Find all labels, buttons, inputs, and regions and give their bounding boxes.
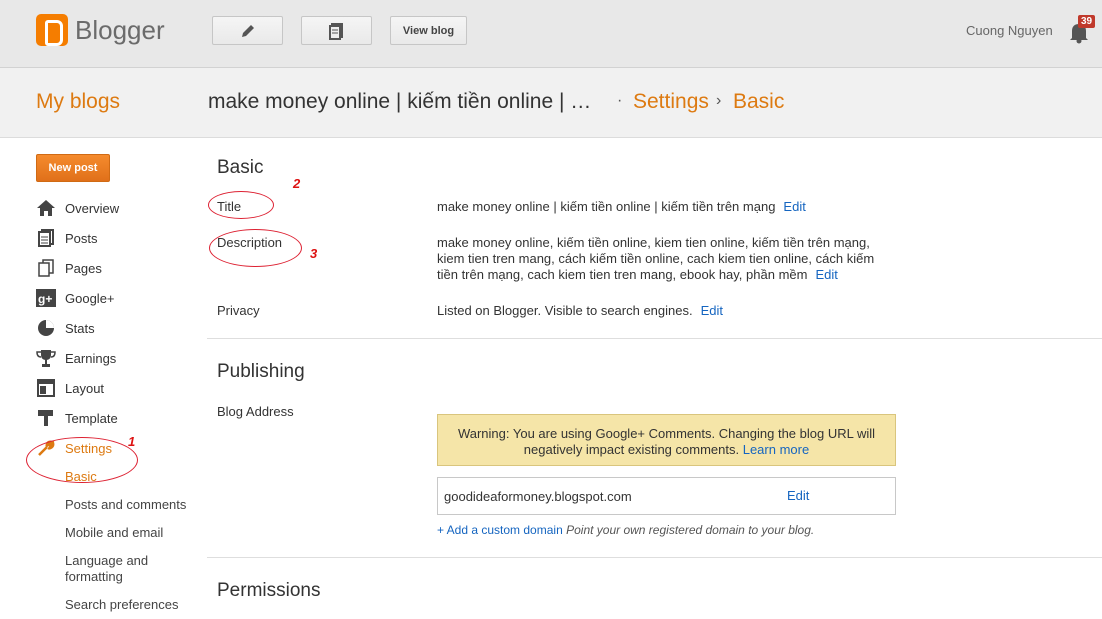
sidebar-item-label: Layout (65, 380, 105, 396)
warning-text: Warning: You are using Google+ Comments.… (457, 426, 876, 457)
google-plus-icon: g+ (36, 289, 56, 307)
description-value: make money online, kiếm tiền online, kie… (437, 235, 875, 282)
breadcrumb-settings[interactable]: Settings (633, 90, 709, 114)
annotation-ellipse-description (209, 229, 302, 267)
sidebar-item-stats[interactable]: Stats (36, 318, 95, 338)
url-change-warning: Warning: You are using Google+ Comments.… (437, 414, 896, 466)
sidebar-item-overview[interactable]: Overview (36, 198, 119, 218)
pencil-icon (241, 24, 254, 37)
blog-address-label: Blog Address (217, 404, 294, 419)
privacy-label: Privacy (217, 303, 260, 318)
section-divider (207, 338, 1102, 339)
settings-sub-language-and-formatting[interactable]: Language and formatting (65, 553, 165, 585)
trophy-icon (36, 349, 56, 367)
notification-count-badge[interactable]: 39 (1078, 15, 1096, 28)
new-post-button[interactable]: New post (36, 154, 110, 182)
header-bar: My blogs make money online | kiếm tiền o… (0, 68, 1102, 138)
custom-domain-row: + Add a custom domain Point your own reg… (437, 523, 814, 537)
top-bar: Blogger View blog Cuong Nguyen 39 (0, 0, 1102, 68)
sidebar-item-label: Earnings (65, 350, 117, 366)
privacy-value-row: Listed on Blogger. Visible to search eng… (437, 303, 897, 319)
description-value-row: make money online, kiếm tiền online, kie… (437, 235, 892, 283)
sidebar-item-layout[interactable]: Layout (36, 378, 104, 398)
publishing-heading: Publishing (217, 361, 305, 382)
sidebar-item-posts[interactable]: Posts (36, 228, 98, 248)
privacy-edit-link[interactable]: Edit (701, 303, 723, 318)
title-value: make money online | kiếm tiền online | k… (437, 199, 776, 214)
user-name[interactable]: Cuong Nguyen (966, 23, 1053, 38)
posts-toolbar-button[interactable] (301, 16, 372, 45)
settings-sub-search-preferences[interactable]: Search preferences (65, 597, 178, 613)
sidebar: New post Overview Posts Pages g+ Google+… (0, 139, 205, 619)
annotation-number: 2 (293, 176, 301, 191)
sidebar-item-label: Stats (65, 320, 95, 336)
blog-address-value: goodideaformoney.blogspot.com (444, 489, 632, 504)
sidebar-item-earnings[interactable]: Earnings (36, 348, 116, 368)
basic-heading: Basic (217, 157, 264, 178)
template-icon (36, 409, 56, 427)
sidebar-item-label: Pages (65, 260, 102, 276)
pages-icon (36, 259, 56, 277)
blog-address-edit-link[interactable]: Edit (787, 488, 809, 503)
breadcrumb-chevron: › (716, 92, 722, 109)
settings-sub-mobile-and-email[interactable]: Mobile and email (65, 525, 163, 541)
breadcrumb-dot: · (617, 92, 623, 109)
description-edit-link[interactable]: Edit (815, 267, 837, 282)
title-edit-link[interactable]: Edit (783, 199, 805, 214)
sidebar-item-pages[interactable]: Pages (36, 258, 102, 278)
annotation-ellipse-settings (26, 437, 138, 483)
annotation-ellipse-title (208, 191, 274, 219)
posts-icon (36, 229, 56, 247)
breadcrumb-basic: Basic (733, 90, 785, 113)
add-custom-domain-link[interactable]: + Add a custom domain (437, 523, 563, 537)
settings-sub-posts-and-comments[interactable]: Posts and comments (65, 497, 186, 513)
section-divider (207, 557, 1102, 558)
sidebar-item-label: Posts (65, 230, 98, 246)
blogger-logo-icon (36, 14, 68, 46)
view-blog-button[interactable]: View blog (390, 16, 467, 45)
layout-icon (36, 379, 56, 397)
stats-icon (36, 319, 56, 337)
settings-content: Basic Title make money online | kiếm tiề… (207, 139, 1102, 619)
blogger-logo[interactable]: Blogger (36, 14, 165, 46)
privacy-value: Listed on Blogger. Visible to search eng… (437, 303, 693, 318)
permissions-heading: Permissions (217, 580, 321, 601)
title-value-row: make money online | kiếm tiền online | k… (437, 199, 897, 215)
annotation-number: 1 (128, 434, 136, 449)
new-post-toolbar-button[interactable] (212, 16, 283, 45)
blog-title: make money online | kiếm tiền online | … (208, 90, 592, 113)
my-blogs-link[interactable]: My blogs (36, 90, 120, 114)
posts-list-icon (328, 22, 343, 40)
svg-text:g+: g+ (38, 292, 52, 306)
sidebar-item-label: Template (65, 410, 118, 426)
sidebar-item-label: Overview (65, 200, 120, 216)
custom-domain-hint: Point your own registered domain to your… (566, 523, 815, 537)
sidebar-item-template[interactable]: Template (36, 408, 118, 428)
blog-address-box: goodideaformoney.blogspot.com Edit (437, 477, 896, 515)
sidebar-item-google-plus[interactable]: g+ Google+ (36, 288, 115, 308)
learn-more-link[interactable]: Learn more (743, 442, 809, 457)
home-icon (36, 199, 56, 217)
sidebar-item-label: Google+ (65, 290, 115, 306)
annotation-number: 3 (310, 246, 318, 261)
logo-text: Blogger (75, 14, 165, 45)
